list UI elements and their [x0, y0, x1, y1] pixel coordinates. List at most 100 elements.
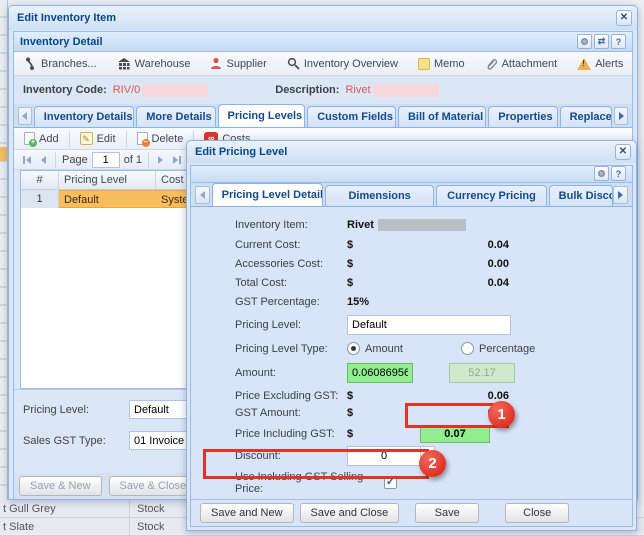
gst-amount-label: GST Amount: [235, 407, 347, 419]
tab-bulk-discount[interactable]: Bulk Discou [549, 185, 614, 206]
close-button[interactable]: ✕ Close [631, 55, 633, 72]
sales-gst-type-label: Sales GST Type: [23, 435, 129, 447]
toolbar-label: Warehouse [135, 58, 191, 70]
pricing-level-input[interactable] [347, 315, 511, 335]
discount-label: Discount: [235, 450, 347, 462]
gear-icon[interactable] [594, 166, 609, 181]
dialog-titlebar: Edit Pricing Level ✕ [187, 141, 636, 163]
add-button[interactable]: + Add [20, 130, 63, 147]
window-title: Edit Inventory Item [17, 12, 116, 24]
save-and-close-button[interactable]: Save and Close [300, 503, 400, 523]
toolbar-label: Alerts [595, 58, 623, 70]
next-page-icon[interactable] [155, 154, 166, 166]
dialog-footer-buttons: Save and New Save and Close Save Close [191, 499, 632, 526]
accessories-cost-label: Accessories Cost: [235, 258, 347, 270]
tab-replacement[interactable]: Replacem [560, 106, 613, 127]
spinner-down-icon[interactable] [425, 458, 431, 462]
tab-more-details[interactable]: More Details [136, 106, 215, 127]
tab-scroll-right-icon[interactable] [614, 107, 628, 125]
amount-label: Amount: [235, 367, 347, 379]
amount-input[interactable] [347, 363, 413, 383]
first-page-icon[interactable] [20, 154, 34, 166]
pricing-level-field-label: Pricing Level: [235, 319, 347, 331]
current-cost-value: 0.04 [363, 239, 509, 251]
tab-bill-of-material[interactable]: Bill of Material [398, 106, 486, 127]
percentage-radio[interactable] [461, 342, 474, 355]
memo-button[interactable]: Memo [414, 56, 469, 72]
amount-radio-label: Amount [365, 343, 461, 355]
tab-inventory-details[interactable]: Inventory Details [34, 106, 134, 127]
inventory-header-fields: Inventory Code: RIV/0 Description: Rivet [14, 76, 632, 104]
warehouse-button[interactable]: Warehouse [113, 55, 195, 72]
save-and-new-button[interactable]: Save and New [200, 503, 294, 523]
column-header-pricing-level[interactable]: Pricing Level [59, 171, 156, 189]
currency-symbol: $ [347, 407, 363, 419]
separator [126, 131, 127, 147]
tab-scroll-right-icon[interactable] [613, 186, 628, 204]
last-page-icon[interactable] [170, 154, 184, 166]
column-header-num[interactable]: # [21, 171, 59, 189]
discount-input[interactable] [347, 446, 421, 466]
help-icon[interactable]: ? [611, 34, 626, 49]
window-close-icon[interactable]: ✕ [616, 10, 632, 26]
tab-custom-fields[interactable]: Custom Fields [307, 106, 396, 127]
tab-scroll-left-icon[interactable] [195, 186, 210, 204]
percentage-radio-label: Percentage [479, 343, 535, 355]
tab-properties[interactable]: Properties [488, 106, 557, 127]
redacted-block [373, 84, 439, 97]
row-pricing-level: Default [59, 190, 156, 208]
total-cost-label: Total Cost: [235, 277, 347, 289]
edit-button[interactable]: ✎ Edit [76, 130, 120, 147]
tab-scroll-left-icon[interactable] [18, 107, 32, 125]
amount-radio[interactable] [347, 342, 360, 355]
separator [55, 152, 56, 168]
amount-converted-input [449, 363, 515, 383]
supplier-icon [210, 57, 222, 70]
price-including-gst-input[interactable] [420, 425, 490, 443]
toolbar-label: Add [39, 133, 59, 145]
refresh-icon[interactable]: ⇄ [594, 34, 609, 49]
main-toolbar: Branches... Warehouse Supplier [14, 52, 632, 76]
gear-icon[interactable] [577, 34, 592, 49]
prev-page-icon[interactable] [38, 154, 49, 166]
inventory-code-value: RIV/0 [113, 84, 141, 96]
use-including-gst-label: Use Including GST Selling Price: [235, 471, 369, 495]
toolbar-label: Memo [434, 58, 465, 70]
alerts-button[interactable]: Alerts [573, 56, 627, 72]
edit-pricing-level-dialog: Edit Pricing Level ✕ ? Pricing Level Det… [186, 140, 637, 531]
close-button[interactable]: Close [505, 503, 569, 523]
tab-pricing-level-details[interactable]: Pricing Level Details [212, 183, 323, 206]
tab-pricing-levels[interactable]: Pricing Levels [218, 104, 306, 127]
branches-button[interactable]: Branches... [20, 55, 101, 73]
list-item-name: t Gull Grey [0, 500, 130, 517]
add-icon: + [24, 132, 35, 145]
help-icon[interactable]: ? [611, 166, 626, 181]
inventory-overview-button[interactable]: Inventory Overview [283, 55, 402, 72]
currency-symbol: $ [347, 277, 363, 289]
delete-button[interactable]: − Delete [133, 130, 188, 147]
save-and-new-button[interactable]: Save & New [19, 476, 102, 496]
dialog-panel-header: ? [191, 166, 632, 183]
window-titlebar: Edit Inventory Item ✕ [9, 6, 637, 30]
separator [69, 131, 70, 147]
spinner-up-icon[interactable] [425, 451, 431, 455]
tab-currency-pricing[interactable]: Currency Pricing [436, 185, 546, 206]
currency-symbol: $ [347, 239, 363, 251]
list-item-name: t Slate [0, 518, 130, 535]
price-excluding-gst-value: 0.06 [363, 390, 509, 402]
supplier-button[interactable]: Supplier [206, 55, 270, 72]
page-label: Page [62, 154, 88, 166]
inventory-item-value: Rivet [347, 219, 374, 231]
price-including-gst-label: Price Including GST: [235, 428, 347, 440]
page-input[interactable] [92, 152, 120, 168]
attachment-button[interactable]: Attachment [481, 55, 562, 72]
tab-dimensions[interactable]: Dimensions [325, 185, 434, 206]
use-including-gst-checkbox[interactable]: ✓ [384, 476, 397, 489]
discount-spinner[interactable] [421, 446, 435, 466]
alert-icon [577, 58, 591, 70]
save-and-close-button[interactable]: Save & Close [109, 476, 198, 496]
separator [148, 152, 149, 168]
dialog-close-icon[interactable]: ✕ [615, 144, 631, 160]
accessories-cost-value: 0.00 [363, 258, 509, 270]
save-button[interactable]: Save [415, 503, 479, 523]
